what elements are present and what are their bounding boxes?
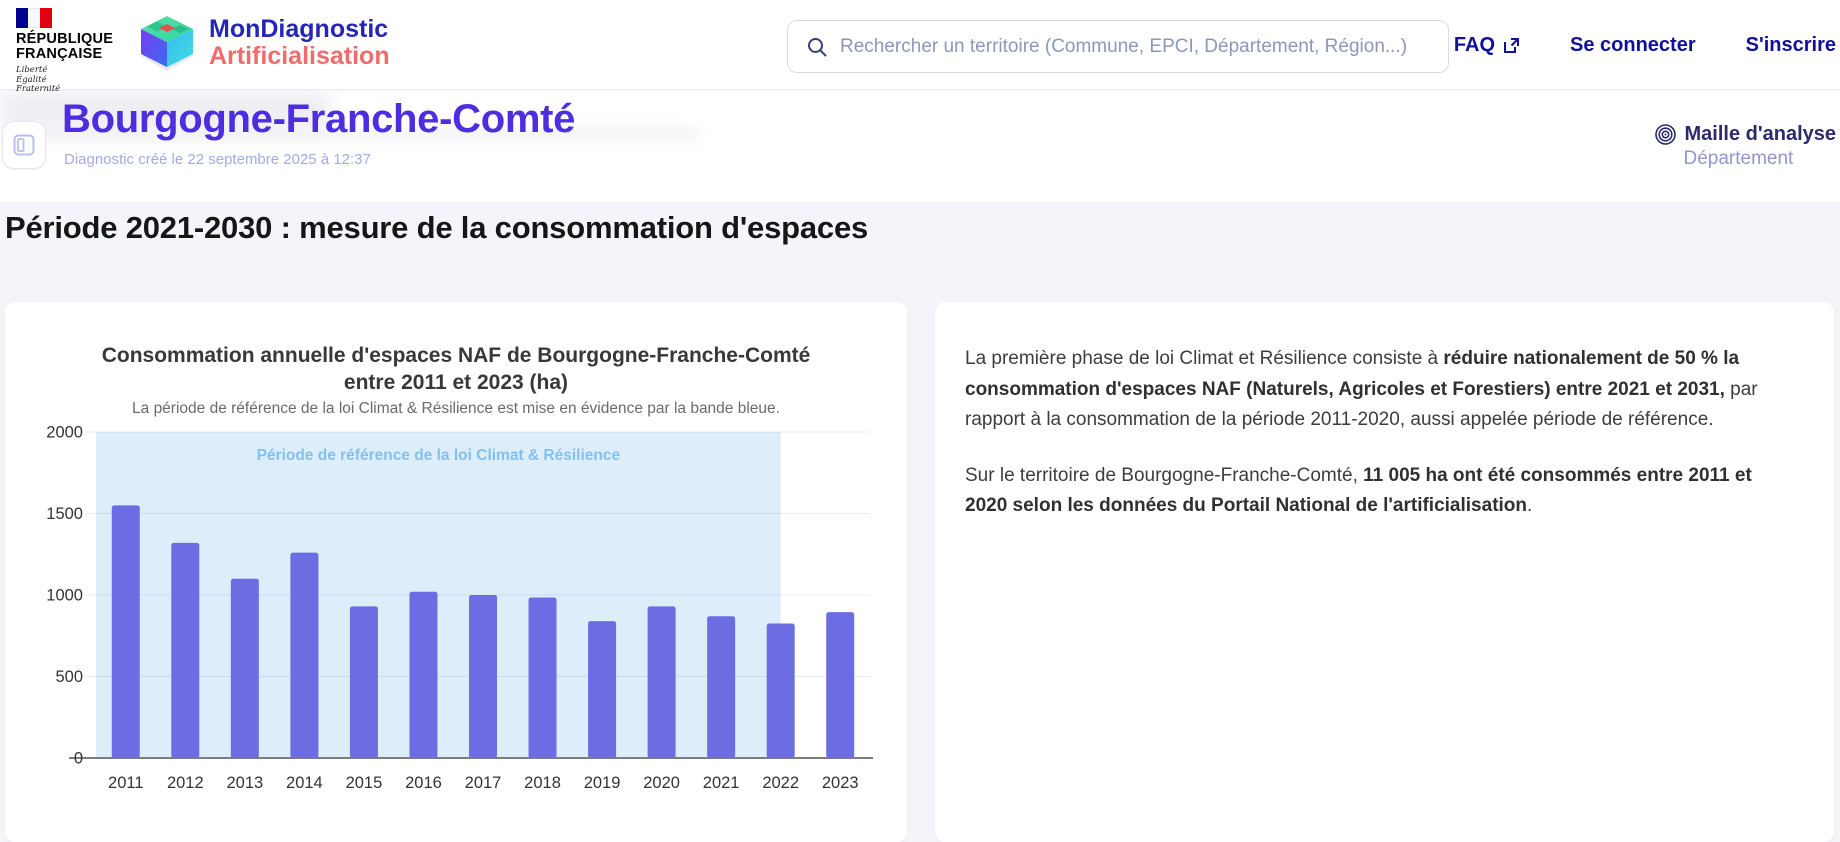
bar-2016: [409, 592, 437, 758]
svg-text:2011: 2011: [108, 774, 143, 792]
login-link[interactable]: Se connecter: [1570, 34, 1696, 57]
analysis-scale-label: Maille d'analyse: [1685, 123, 1837, 146]
chart-title: Consommation annuelle d'espaces NAF de B…: [96, 342, 816, 396]
search-input[interactable]: [840, 36, 1430, 58]
bar-2019: [588, 621, 616, 758]
search-box: [787, 20, 1449, 73]
svg-text:2021: 2021: [703, 774, 740, 792]
svg-text:0: 0: [74, 750, 83, 768]
brand-logo[interactable]: MonDiagnostic Artificialisation: [135, 11, 390, 75]
target-icon: [1654, 123, 1677, 146]
title-bar: Bourgogne-Franche-Comté Diagnostic créé …: [0, 91, 1840, 202]
svg-text:2015: 2015: [346, 774, 383, 792]
info-paragraph: Sur le territoire de Bourgogne-Franche-C…: [965, 461, 1774, 522]
section-heading: Période 2021-2030 : mesure de la consomm…: [5, 210, 868, 246]
bar-2020: [648, 606, 676, 758]
sidebar-panel-icon: [13, 134, 35, 156]
analysis-scale-value: Département: [1684, 148, 1837, 170]
bar-2014: [290, 553, 318, 758]
search-icon: [806, 36, 828, 58]
french-flag-icon: [16, 8, 52, 28]
svg-text:2020: 2020: [643, 774, 680, 792]
analysis-scale-selector[interactable]: Maille d'analyse Département: [1654, 123, 1837, 170]
gov-logo-name: RÉPUBLIQUE FRANÇAISE: [16, 32, 126, 62]
bar-2012: [171, 543, 199, 758]
chart-card: Consommation annuelle d'espaces NAF de B…: [5, 302, 907, 842]
bar-2023: [826, 612, 854, 758]
brand-cube-icon: [135, 11, 199, 75]
bar-2015: [350, 606, 378, 758]
faq-link[interactable]: FAQ: [1454, 34, 1520, 57]
svg-text:2000: 2000: [46, 424, 83, 442]
svg-text:500: 500: [55, 668, 83, 686]
header: RÉPUBLIQUE FRANÇAISE Liberté Égalité Fra…: [0, 0, 1840, 90]
svg-text:2023: 2023: [822, 774, 859, 792]
bar-2013: [231, 579, 259, 758]
svg-text:2012: 2012: [167, 774, 204, 792]
bar-2011: [112, 505, 140, 758]
brand-text: MonDiagnostic Artificialisation: [209, 16, 390, 70]
bar-2022: [767, 624, 795, 758]
signup-link[interactable]: S'inscrire: [1746, 34, 1836, 57]
sidebar-toggle-button[interactable]: [2, 121, 46, 169]
svg-text:2013: 2013: [226, 774, 263, 792]
page-subtitle: Diagnostic créé le 22 septembre 2025 à 1…: [64, 151, 371, 168]
svg-text:Période de référence de la loi: Période de référence de la loi Climat & …: [257, 447, 621, 464]
bar-2021: [707, 616, 735, 758]
gov-logo-motto: Liberté Égalité Fraternité: [16, 66, 126, 95]
svg-text:2019: 2019: [584, 774, 621, 792]
svg-text:2018: 2018: [524, 774, 561, 792]
info-card: La première phase de loi Climat et Résil…: [935, 302, 1834, 842]
svg-text:2022: 2022: [762, 774, 799, 792]
svg-text:1500: 1500: [46, 505, 83, 523]
naf-consumption-bar-chart[interactable]: Période de référence de la loi Climat & …: [5, 414, 895, 814]
info-text: La première phase de loi Climat et Résil…: [965, 344, 1774, 522]
gov-logo: RÉPUBLIQUE FRANÇAISE Liberté Égalité Fra…: [16, 8, 126, 95]
info-paragraph: La première phase de loi Climat et Résil…: [965, 344, 1774, 436]
svg-text:1000: 1000: [46, 587, 83, 605]
bar-2017: [469, 595, 497, 758]
svg-text:2014: 2014: [286, 774, 323, 792]
bar-2018: [529, 597, 557, 758]
page-title: Bourgogne-Franche-Comté: [62, 97, 575, 142]
svg-text:2017: 2017: [465, 774, 502, 792]
external-link-icon: [1503, 37, 1520, 54]
svg-text:2016: 2016: [405, 774, 442, 792]
header-nav: FAQ Se connecter S'inscrire: [1454, 0, 1840, 90]
